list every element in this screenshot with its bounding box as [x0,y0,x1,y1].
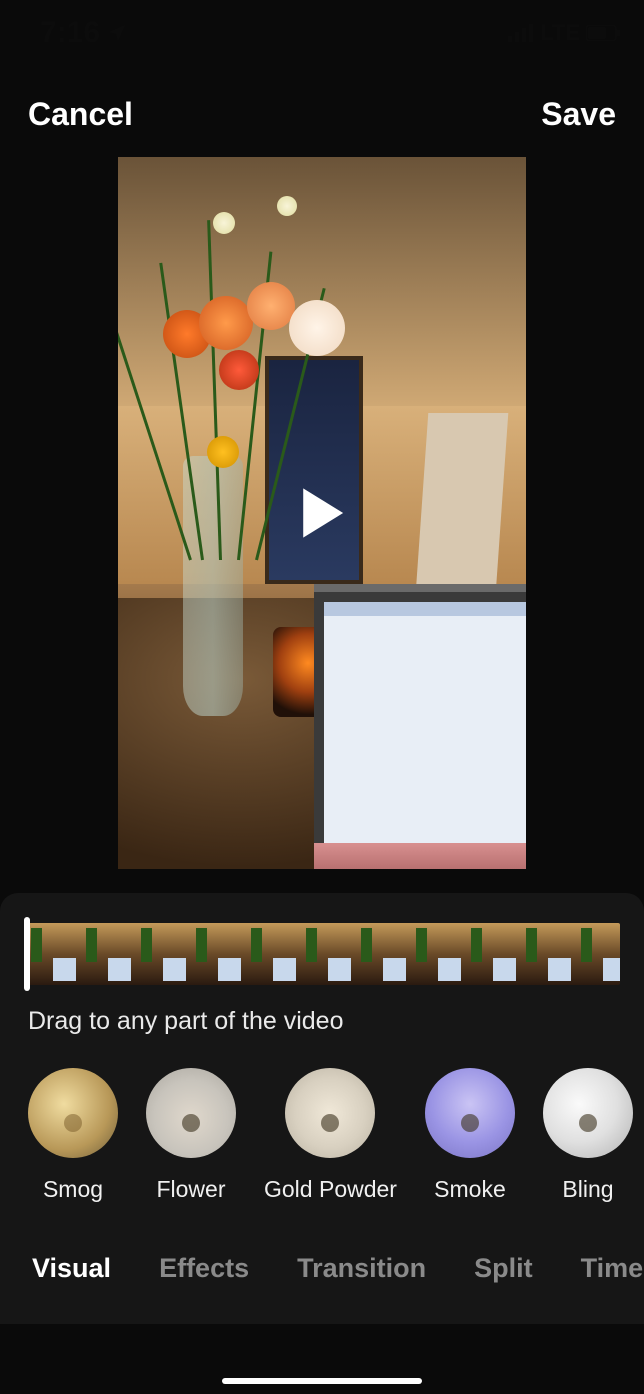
preview-container [0,157,644,893]
effect-label: Bling [562,1176,613,1203]
effect-thumb [28,1068,118,1158]
effect-label: Flower [156,1176,225,1203]
tab-effects[interactable]: Effects [159,1253,249,1284]
effect-thumb [543,1068,633,1158]
effect-thumb [285,1068,375,1158]
status-right-group: LTE [508,20,620,46]
save-button[interactable]: Save [541,96,616,133]
effect-smoke[interactable]: Smoke [425,1068,515,1203]
timeline-frame[interactable] [409,923,464,985]
status-bar: 7:16 LTE [0,0,644,56]
play-icon [298,486,346,540]
effects-row[interactable]: SmogFlowerGold PowderSmokeBlingR [0,1046,644,1213]
timeline-frame[interactable] [299,923,354,985]
timeline-container [0,923,644,985]
cellular-icon [508,24,534,42]
effect-thumb [146,1068,236,1158]
timeline-frame[interactable] [24,923,79,985]
location-icon [106,22,128,44]
timeline-frame[interactable] [189,923,244,985]
cancel-button[interactable]: Cancel [28,96,133,133]
status-time-group: 7:16 [40,16,128,50]
effect-label: Smog [43,1176,103,1203]
timeline-playhead[interactable] [24,917,30,991]
home-indicator[interactable] [222,1378,422,1384]
status-time: 7:16 [40,16,100,50]
battery-icon [586,25,620,41]
effect-label: Smoke [434,1176,506,1203]
timeline-frame[interactable] [354,923,409,985]
tab-visual[interactable]: Visual [32,1253,111,1284]
effect-smog[interactable]: Smog [28,1068,118,1203]
effect-label: Gold Powder [264,1176,397,1203]
tab-split[interactable]: Split [474,1253,533,1284]
tab-transition[interactable]: Transition [297,1253,426,1284]
editor-header: Cancel Save [0,56,644,157]
effect-gold-powder[interactable]: Gold Powder [264,1068,397,1203]
timeline-frame[interactable] [574,923,620,985]
effect-flower[interactable]: Flower [146,1068,236,1203]
timeline-frame[interactable] [134,923,189,985]
timeline-frame[interactable] [464,923,519,985]
effect-bling[interactable]: Bling [543,1068,633,1203]
category-tabs: Visual Effects Transition Split Time [0,1213,644,1324]
timeline-frame[interactable] [244,923,299,985]
play-button[interactable] [293,484,351,542]
status-network: LTE [540,20,580,46]
video-preview[interactable] [118,157,526,869]
timeline-frame[interactable] [519,923,574,985]
effect-thumb [425,1068,515,1158]
video-timeline[interactable] [24,923,620,985]
tab-time[interactable]: Time [581,1253,644,1284]
editor-panel: Drag to any part of the video Smog Flower… [0,893,644,1324]
timeline-hint: Drag to any part of the video [0,985,644,1046]
timeline-frame[interactable] [79,923,134,985]
